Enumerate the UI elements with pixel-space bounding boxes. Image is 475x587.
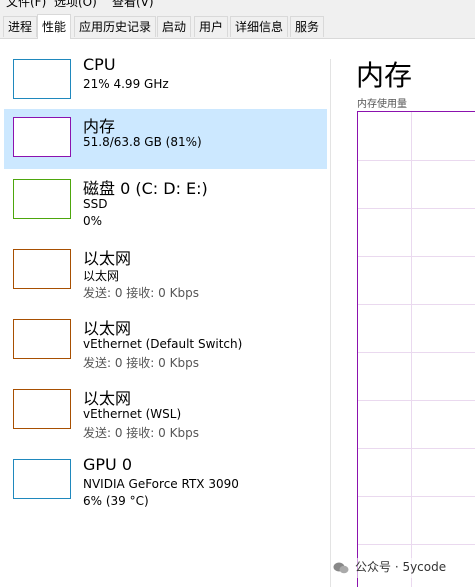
memory-usage-graph [357,111,475,587]
perf-item-disk[interactable]: 磁盘 0 (C: D: E:) SSD 0% [4,171,327,231]
tab-startup[interactable]: 启动 [157,16,192,37]
perf-item-title: 磁盘 0 (C: D: E:) [83,179,208,198]
tab-processes[interactable]: 进程 [3,16,38,37]
detail-title: 内存 [356,59,413,92]
menu-options[interactable]: 选项(O) [54,0,97,10]
perf-item-title: 内存 [83,117,116,136]
perf-item-detail-2: 发送: 0 接收: 0 Kbps [83,356,199,370]
ethernet-mini-graph [13,249,71,289]
perf-item-title: CPU [83,55,116,74]
perf-item-cpu[interactable]: CPU 21% 4.99 GHz [4,51,327,111]
perf-item-detail: vEthernet (Default Switch) [83,337,243,351]
perf-item-detail: SSD [83,197,108,211]
perf-item-detail-2: 6% (39 °C) [83,494,149,508]
wechat-icon [333,562,349,573]
menu-file[interactable]: 文件(F) [6,0,46,10]
perf-item-gpu[interactable]: GPU 0 NVIDIA GeForce RTX 3090 6% (39 °C) [4,451,327,511]
tab-bar: 进程 性能 应用历史记录 启动 用户 详细信息 服务 [0,14,475,39]
gpu-mini-graph [13,459,71,499]
perf-item-title: 以太网 [83,249,132,268]
grid-line [358,256,475,257]
grid-line [358,160,475,161]
perf-item-detail: NVIDIA GeForce RTX 3090 [83,477,239,491]
perf-item-detail: vEthernet (WSL) [83,407,182,421]
grid-line [358,544,475,545]
perf-item-ethernet-1[interactable]: 以太网 以太网 发送: 0 接收: 0 Kbps [4,241,327,301]
grid-line [358,304,475,305]
perf-item-detail: 51.8/63.8 GB (81%) [83,135,202,149]
perf-item-detail-2: 发送: 0 接收: 0 Kbps [83,286,199,300]
perf-item-memory[interactable]: 内存 51.8/63.8 GB (81%) [4,109,327,169]
ethernet-mini-graph [13,389,71,429]
perf-item-detail: 21% 4.99 GHz [83,77,169,91]
tab-performance[interactable]: 性能 [37,14,72,39]
perf-item-title: GPU 0 [83,455,133,474]
memory-mini-graph [13,117,71,157]
menu-bar: 文件(F) 选项(O) 查看(V) [0,0,475,14]
cpu-mini-graph [13,59,71,99]
tab-app-history[interactable]: 应用历史记录 [74,16,157,37]
grid-line [358,400,475,401]
perf-item-detail: 以太网 [83,269,120,283]
tab-details[interactable]: 详细信息 [230,16,289,37]
resource-list: CPU 21% 4.99 GHz 内存 51.8/63.8 GB (81%) 磁… [0,39,330,587]
perf-item-detail-2: 0% [83,214,103,228]
perf-item-ethernet-3[interactable]: 以太网 vEthernet (WSL) 发送: 0 接收: 0 Kbps [4,381,327,441]
watermark-text: 公众号 · 5ycode [355,560,447,574]
grid-line [358,208,475,209]
tab-users[interactable]: 用户 [194,16,229,37]
grid-line [411,112,412,587]
ethernet-mini-graph [13,319,71,359]
menu-view[interactable]: 查看(V) [112,0,154,10]
perf-item-title: 以太网 [83,319,132,338]
disk-mini-graph [13,179,71,219]
memory-usage-label: 内存使用量 [357,99,407,110]
watermark: 公众号 · 5ycode [333,558,447,578]
perf-item-title: 以太网 [83,389,132,408]
grid-line [358,448,475,449]
pane-divider[interactable] [330,59,331,587]
grid-line [358,352,475,353]
perf-item-ethernet-2[interactable]: 以太网 vEthernet (Default Switch) 发送: 0 接收:… [4,311,327,371]
perf-item-detail-2: 发送: 0 接收: 0 Kbps [83,426,199,440]
tab-services[interactable]: 服务 [290,16,325,37]
grid-line [358,496,475,497]
